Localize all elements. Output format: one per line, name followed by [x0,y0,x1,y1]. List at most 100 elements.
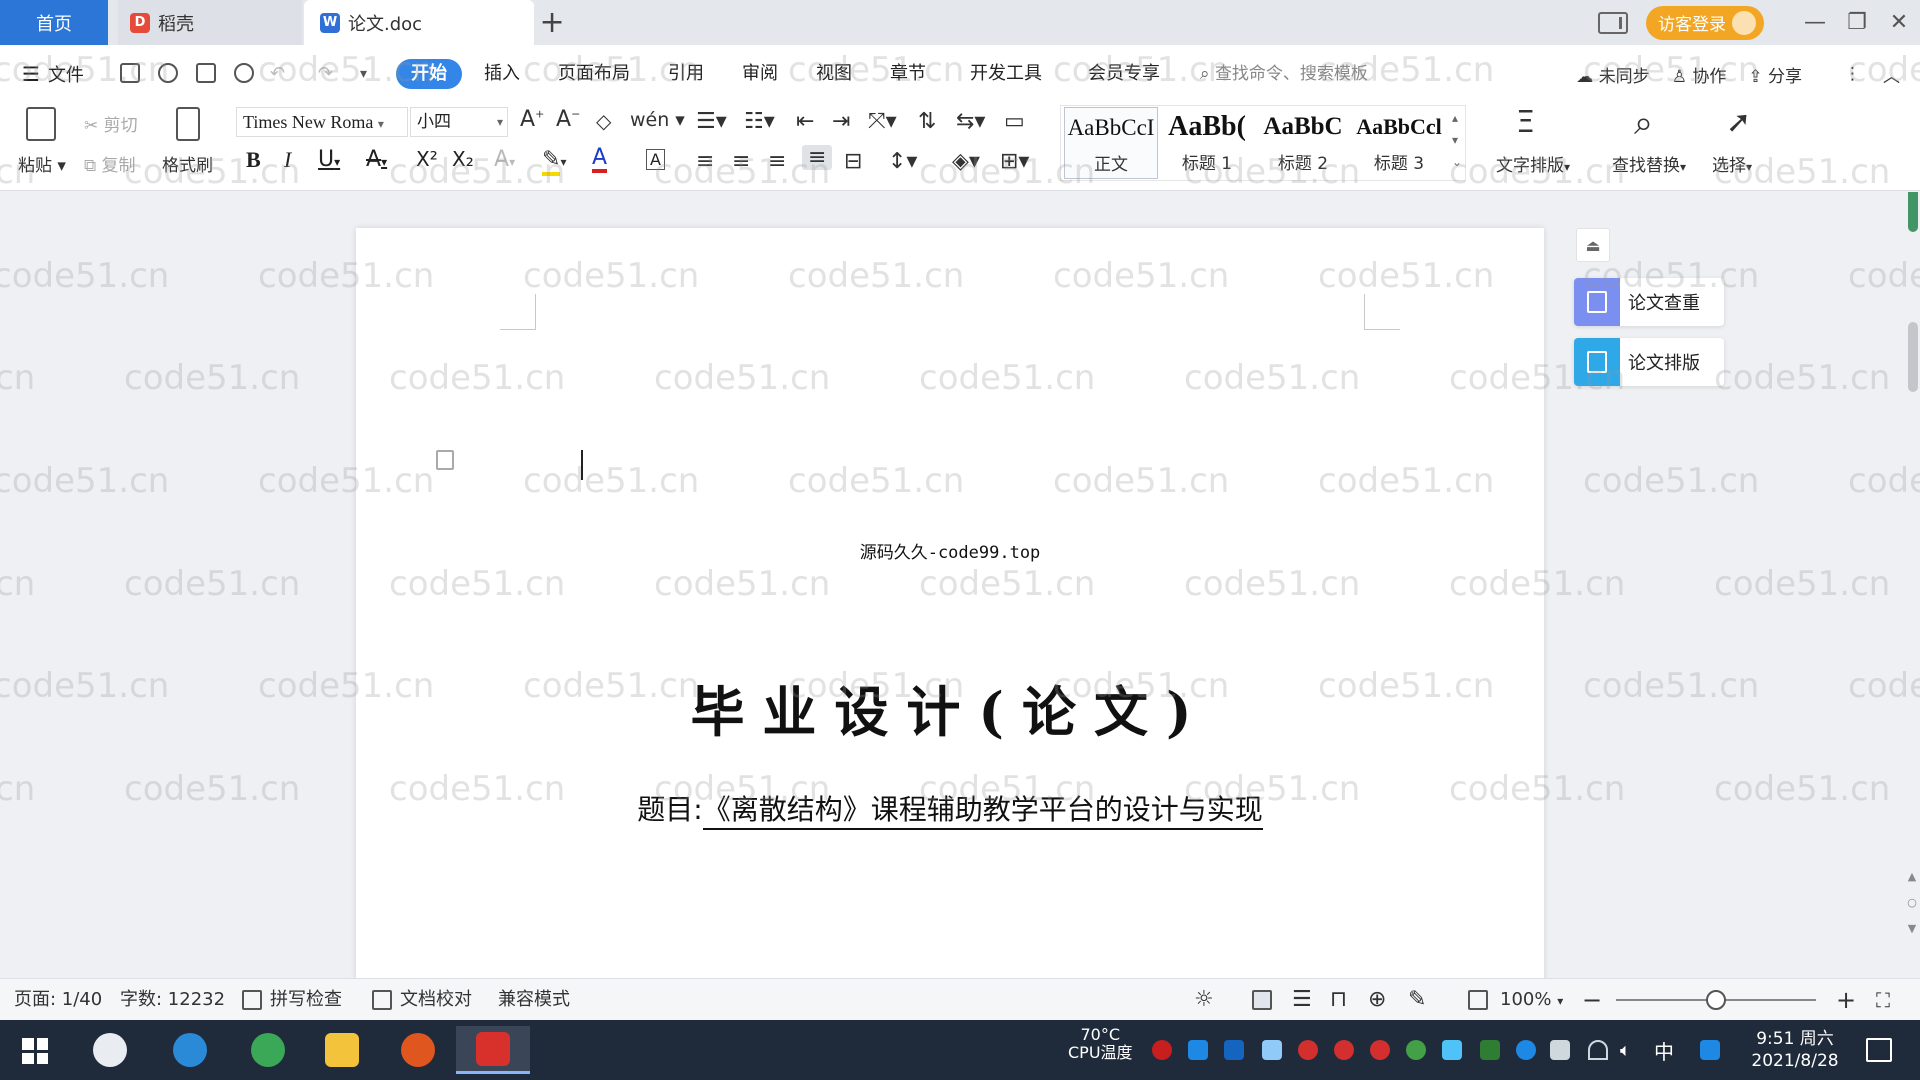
taskbar-browser[interactable] [238,1026,298,1074]
system-clock[interactable]: 9:51 周六 2021/8/28 [1740,1028,1850,1072]
tab-insert[interactable]: 插入 [484,59,520,89]
command-search-input[interactable]: ⌕ 查找命令、搜索模板 [1200,59,1368,89]
visitor-login-button[interactable]: 访客登录 [1646,5,1764,40]
tab-document[interactable]: W 论文.doc [304,0,534,45]
scroll-up-page-icon[interactable]: ▲ [1906,870,1918,883]
taskbar-app-1[interactable] [80,1026,140,1074]
select-button[interactable]: 选择▾ [1712,151,1752,176]
cursor-select-icon[interactable]: ➚ [1726,105,1751,140]
subscript-button[interactable]: X₂ [452,147,474,171]
grow-font-icon[interactable]: A+ [520,107,544,132]
find-replace-button[interactable]: 查找替换▾ [1612,151,1686,176]
paper-format-button[interactable]: 论文排版 [1574,338,1724,386]
write-mode-icon[interactable]: ✎ [1408,979,1426,1021]
restore-button[interactable]: ❐ [1836,0,1878,45]
taskbar-explorer[interactable] [312,1026,372,1074]
minimize-button[interactable]: — [1794,0,1836,45]
format-painter-icon[interactable] [176,107,200,141]
spell-check-button[interactable]: 拼写检查 [270,979,342,1021]
justify-icon[interactable]: ≡ [802,145,833,170]
collaborate-button[interactable]: ♙ 协作 [1672,62,1727,87]
cut-button[interactable]: ✂ 剪切 [84,111,138,136]
volume-icon[interactable]: 🔈︎ [1620,1040,1640,1061]
chinese-layout-icon[interactable]: ⤧▾ [868,109,897,134]
fit-page-icon[interactable] [1468,990,1488,1010]
scroll-down-page-icon[interactable]: ▼ [1906,922,1918,935]
tab-references[interactable]: 引用 [668,59,704,89]
zoom-out-button[interactable]: − [1582,979,1602,1021]
format-painter-button[interactable]: 格式刷 [162,151,213,176]
align-left-icon[interactable]: ≡ [696,149,714,174]
align-right-icon[interactable]: ≡ [768,149,786,174]
tray-app-icon[interactable] [1188,1040,1208,1060]
style-heading-3[interactable]: AaBbCcl 标题 3 [1352,107,1446,179]
font-size-select[interactable]: 小四 ▾ [410,107,508,137]
qq-icon[interactable] [1298,1040,1318,1060]
font-color-button[interactable]: A [592,147,608,173]
page-view-icon[interactable] [1252,990,1272,1010]
paper-check-button[interactable]: 论文查重 [1574,278,1724,326]
text-effect-button[interactable]: A▾ [494,147,515,172]
tab-review[interactable]: 审阅 [742,59,778,89]
paragraph-layout-icon[interactable] [436,450,454,470]
input-method-indicator[interactable]: 中 [1654,1036,1674,1065]
tab-page-layout[interactable]: 页面布局 [558,59,630,89]
shading-icon[interactable]: ◈▾ [952,149,980,174]
redo-icon[interactable]: ↷ [318,59,333,89]
nvidia-icon[interactable] [1480,1040,1500,1060]
paste-button[interactable]: 粘贴 ▾ [18,151,66,176]
taskbar-app-5[interactable] [388,1026,448,1074]
new-tab-button[interactable]: + [539,0,564,45]
reading-view-icon[interactable]: ⊓ [1330,979,1347,1021]
phonetic-guide-icon[interactable]: wén ▾ [630,109,685,131]
shrink-font-icon[interactable]: A− [556,107,580,132]
qq-icon[interactable] [1370,1040,1390,1060]
cloud-sync-icon[interactable] [158,63,178,83]
save-icon[interactable] [120,63,140,83]
magnifier-icon[interactable]: ⌕ [1634,103,1653,143]
battery-icon[interactable] [1550,1040,1570,1060]
zoom-level[interactable]: 100% ▾ [1500,979,1563,1021]
eye-protection-icon[interactable]: ☼ [1194,979,1214,1021]
superscript-button[interactable]: X² [416,147,438,171]
style-gallery-scroll[interactable]: ▴ ▾ ⌄ [1452,107,1462,173]
increase-indent-icon[interactable]: ⇥ [832,109,850,134]
text-layout-button[interactable]: 文字排版▾ [1496,151,1570,176]
zoom-slider-handle[interactable] [1706,990,1726,1010]
text-layout-icon[interactable]: Ξ [1516,105,1535,140]
share-button[interactable]: ⇪ 分享 [1748,62,1802,87]
decrease-indent-icon[interactable]: ⇤ [796,109,814,134]
style-heading-1[interactable]: AaBb( 标题 1 [1160,107,1254,179]
tab-daoke[interactable]: D 稻壳 [118,0,302,45]
tray-app-icon[interactable] [1442,1040,1462,1060]
clear-format-icon[interactable]: ◇ [596,109,611,133]
windows-start-icon[interactable] [22,1038,48,1064]
quick-access-dropdown-icon[interactable]: ▾ [360,59,367,89]
tab-member[interactable]: 会员专享 [1088,59,1160,89]
line-spacing-icon[interactable]: ↕▾ [888,149,917,174]
tab-start[interactable]: 开始 [396,59,462,89]
cpu-temperature[interactable]: 70°C CPU温度 [1068,1026,1133,1062]
bold-button[interactable]: B [246,147,261,173]
taskbar-ie[interactable] [160,1026,220,1074]
align-center-icon[interactable]: ≡ [732,149,750,174]
sync-button[interactable]: ☁ 未同步 [1576,62,1649,87]
tab-chapter[interactable]: 章节 [890,59,926,89]
tab-home[interactable]: 首页 [0,0,108,45]
ruler-icon[interactable]: ▭ [1004,109,1025,134]
taskbar-wps[interactable] [456,1026,530,1074]
tab-view[interactable]: 视图 [816,59,852,89]
document-page[interactable]: 源码久久-code99.top 毕业设计(论文) 题目:《离散结构》课程辅助教学… [356,228,1544,978]
close-button[interactable]: ✕ [1878,0,1920,45]
underline-button[interactable]: U▾ [318,147,340,172]
scroll-select-browse-icon[interactable]: ○ [1906,896,1918,909]
web-view-icon[interactable]: ⊕ [1368,979,1386,1021]
paste-icon[interactable] [26,107,56,141]
numbered-list-icon[interactable]: ☷▾ [744,109,775,134]
shield-icon[interactable] [1262,1040,1282,1060]
copy-button[interactable]: ⧉ 复制 [84,151,136,176]
outline-view-icon[interactable]: ☰ [1292,979,1312,1021]
tray-app-icon[interactable] [1406,1040,1426,1060]
paragraph-direction-icon[interactable]: ⇆▾ [956,109,985,134]
print-preview-icon[interactable] [234,63,254,83]
